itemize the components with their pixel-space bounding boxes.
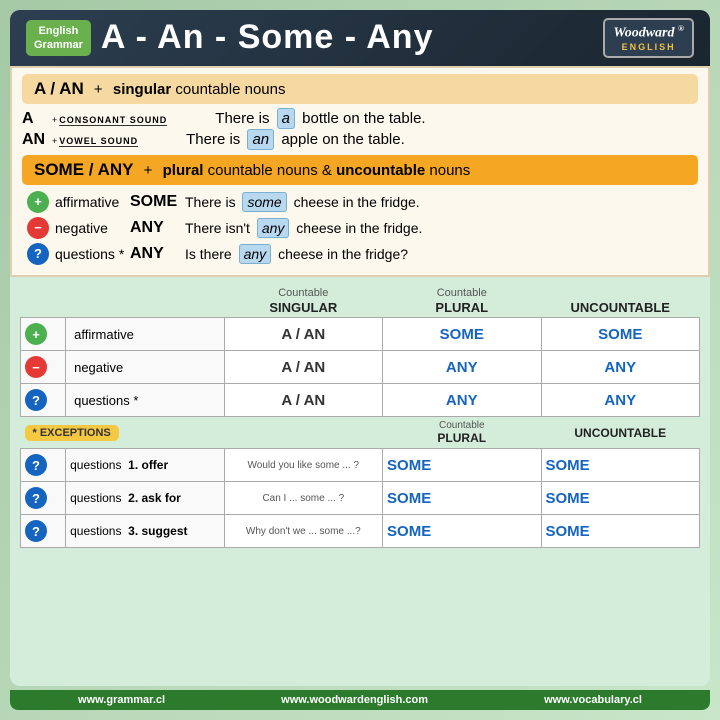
header-left: English Grammar A - An - Some - Any <box>26 18 433 57</box>
badge-minus-1: − <box>27 217 49 239</box>
usage-row-questions: ? questions * ANY Is there any cheese in… <box>27 243 698 265</box>
exc-uncountable-subheader: UNCOUNTABLE <box>541 417 700 449</box>
exc-small-1: Would you like some ... ? <box>224 449 382 482</box>
singular-affirmative: A / AN <box>224 318 382 351</box>
main-title: A - An - Some - Any <box>101 18 434 57</box>
exc-row-1: ? questions 1. offer Would you like some… <box>21 449 700 482</box>
uncountable-negative: ANY <box>541 351 700 384</box>
woodward-text: Woodward ® <box>613 24 684 42</box>
col-uncountable-header: UNCOUNTABLE <box>541 285 700 318</box>
singular-negative: A / AN <box>224 351 382 384</box>
exc-uncountable-3: SOME <box>541 515 700 548</box>
badge-question-table: ? <box>25 389 47 411</box>
badge-question-exc-3: ? <box>25 520 47 542</box>
exc-type-3: questions 3. suggest <box>66 515 224 548</box>
usage-row-affirmative: + affirmative SOME There is some cheese … <box>27 191 698 213</box>
badge-minus-table: − <box>25 356 47 378</box>
col-plural-header: Countable PLURAL <box>383 285 541 318</box>
uncountable-affirmative: SOME <box>541 318 700 351</box>
exc-badge-2: ? <box>21 482 66 515</box>
type-cell-questions: questions * <box>66 384 224 417</box>
table-row-affirmative: + affirmative A / AN SOME SOME <box>21 318 700 351</box>
singular-questions: A / AN <box>224 384 382 417</box>
exc-row-3: ? questions 3. suggest Why don't we ... … <box>21 515 700 548</box>
top-section: A / AN + singular countable nouns A + CO… <box>10 66 710 277</box>
exc-plural-3: SOME <box>383 515 541 548</box>
badge-plus-1: + <box>27 191 49 213</box>
footer: www.grammar.cl www.woodwardenglish.com w… <box>10 690 710 710</box>
woodward-english-label: ENGLISH <box>613 42 684 52</box>
footer-link-1: www.grammar.cl <box>78 694 165 706</box>
main-table: Countable SINGULAR Countable PLURAL UNCO… <box>20 285 700 549</box>
exc-row-2: ? questions 2. ask for Can I ... some ..… <box>21 482 700 515</box>
table-header-row: Countable SINGULAR Countable PLURAL UNCO… <box>21 285 700 318</box>
plural-negative: ANY <box>383 351 541 384</box>
badge-plus-table: + <box>25 323 47 345</box>
some-any-header: SOME / ANY + plural countable nouns & un… <box>22 155 698 185</box>
badge-question-exc-1: ? <box>25 454 47 476</box>
type-cell-negative: negative <box>66 351 224 384</box>
exc-small-3: Why don't we ... some ...? <box>224 515 382 548</box>
exc-uncountable-1: SOME <box>541 449 700 482</box>
type-cell-affirmative: affirmative <box>66 318 224 351</box>
usage-row-negative: − negative ANY There isn't any cheese in… <box>27 217 698 239</box>
badge-question-1: ? <box>27 243 49 265</box>
a-an-header: A / AN + singular countable nouns <box>22 74 698 104</box>
exc-plural-1: SOME <box>383 449 541 482</box>
plural-affirmative: SOME <box>383 318 541 351</box>
exc-type-1: questions 1. offer <box>66 449 224 482</box>
exc-plural-2: SOME <box>383 482 541 515</box>
exc-badge-1: ? <box>21 449 66 482</box>
footer-link-3: www.vocabulary.cl <box>544 694 642 706</box>
woodward-logo: Woodward ® ENGLISH <box>603 18 694 58</box>
badge-cell-plus: + <box>21 318 66 351</box>
exc-badge-3: ? <box>21 515 66 548</box>
usage-rows: + affirmative SOME There is some cheese … <box>22 191 698 265</box>
an-row: AN + VOWEL SOUND There is an apple on th… <box>22 131 698 149</box>
exc-uncountable-2: SOME <box>541 482 700 515</box>
col-singular-header: Countable SINGULAR <box>224 285 382 318</box>
table-row-negative: − negative A / AN ANY ANY <box>21 351 700 384</box>
exceptions-header-row: * EXCEPTIONS Countable PLURAL UNCOUNTABL… <box>21 417 700 449</box>
page-header: English Grammar A - An - Some - Any Wood… <box>10 10 710 66</box>
uncountable-questions: ANY <box>541 384 700 417</box>
footer-link-2: www.woodwardenglish.com <box>281 694 428 706</box>
col-type-header <box>66 285 224 318</box>
exc-singular-spacer <box>224 417 382 449</box>
a-row: A + CONSONANT SOUND There is a bottle on… <box>22 110 698 128</box>
exceptions-label-cell: * EXCEPTIONS <box>21 417 225 449</box>
badge-question-exc-2: ? <box>25 487 47 509</box>
table-section: Countable SINGULAR Countable PLURAL UNCO… <box>10 277 710 686</box>
exc-type-2: questions 2. ask for <box>66 482 224 515</box>
plural-questions: ANY <box>383 384 541 417</box>
badge-cell-question: ? <box>21 384 66 417</box>
english-grammar-badge: English Grammar <box>26 20 91 57</box>
exc-plural-subheader: Countable PLURAL <box>383 417 541 449</box>
exc-small-2: Can I ... some ... ? <box>224 482 382 515</box>
exceptions-badge: * EXCEPTIONS <box>25 425 119 441</box>
col-empty-1 <box>21 285 66 318</box>
table-row-questions: ? questions * A / AN ANY ANY <box>21 384 700 417</box>
badge-cell-minus: − <box>21 351 66 384</box>
